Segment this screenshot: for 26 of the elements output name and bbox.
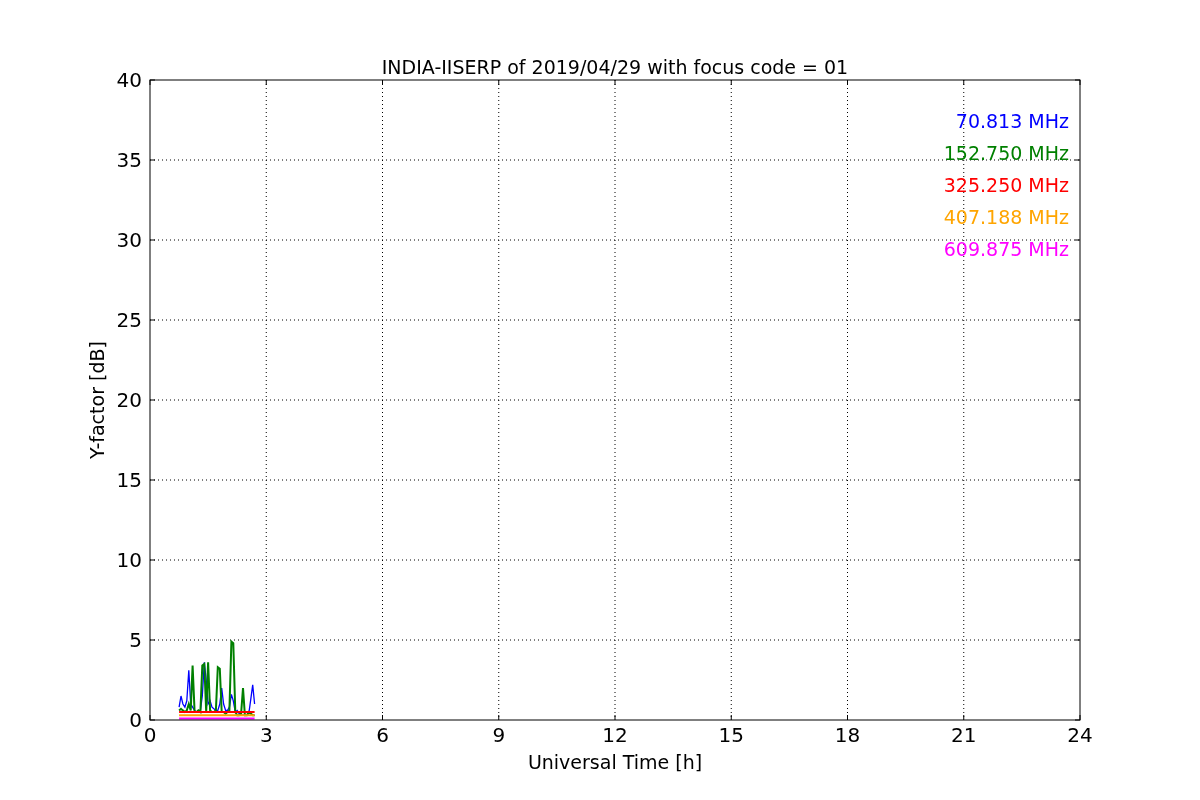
tick-label: 0	[129, 708, 142, 732]
tick-label: 18	[834, 723, 861, 747]
y-axis-label: Y-factor [dB]	[86, 341, 108, 459]
legend-entry: 70.813 MHz	[955, 110, 1069, 132]
legend-entry: 407.188 MHz	[943, 206, 1069, 228]
tick-label: 40	[116, 68, 142, 92]
tick-label: 15	[718, 723, 744, 747]
tick-label: 24	[1067, 723, 1093, 747]
x-axis-label: Universal Time [h]	[527, 751, 703, 773]
tick-label: 21	[951, 723, 977, 747]
tick-label: 6	[376, 723, 389, 747]
legend-entry: 152.750 MHz	[943, 142, 1069, 164]
tick-label: 20	[116, 388, 142, 412]
tick-label: 5	[129, 628, 142, 652]
tick-label: 0	[143, 723, 157, 747]
tick-label: 10	[116, 548, 142, 572]
tick-label: 15	[116, 468, 142, 492]
tick-label: 9	[492, 723, 506, 747]
tick-label: 35	[116, 148, 142, 172]
chart-title: INDIA-IISERP of 2019/04/29 with focus code = 01	[381, 56, 849, 78]
legend-entry: 609.875 MHz	[943, 238, 1069, 260]
tick-label: 30	[116, 228, 142, 252]
tick-label: 3	[259, 723, 273, 747]
tick-label: 25	[116, 308, 142, 332]
tick-label: 12	[602, 723, 628, 747]
legend-entry: 325.250 MHz	[943, 174, 1069, 196]
